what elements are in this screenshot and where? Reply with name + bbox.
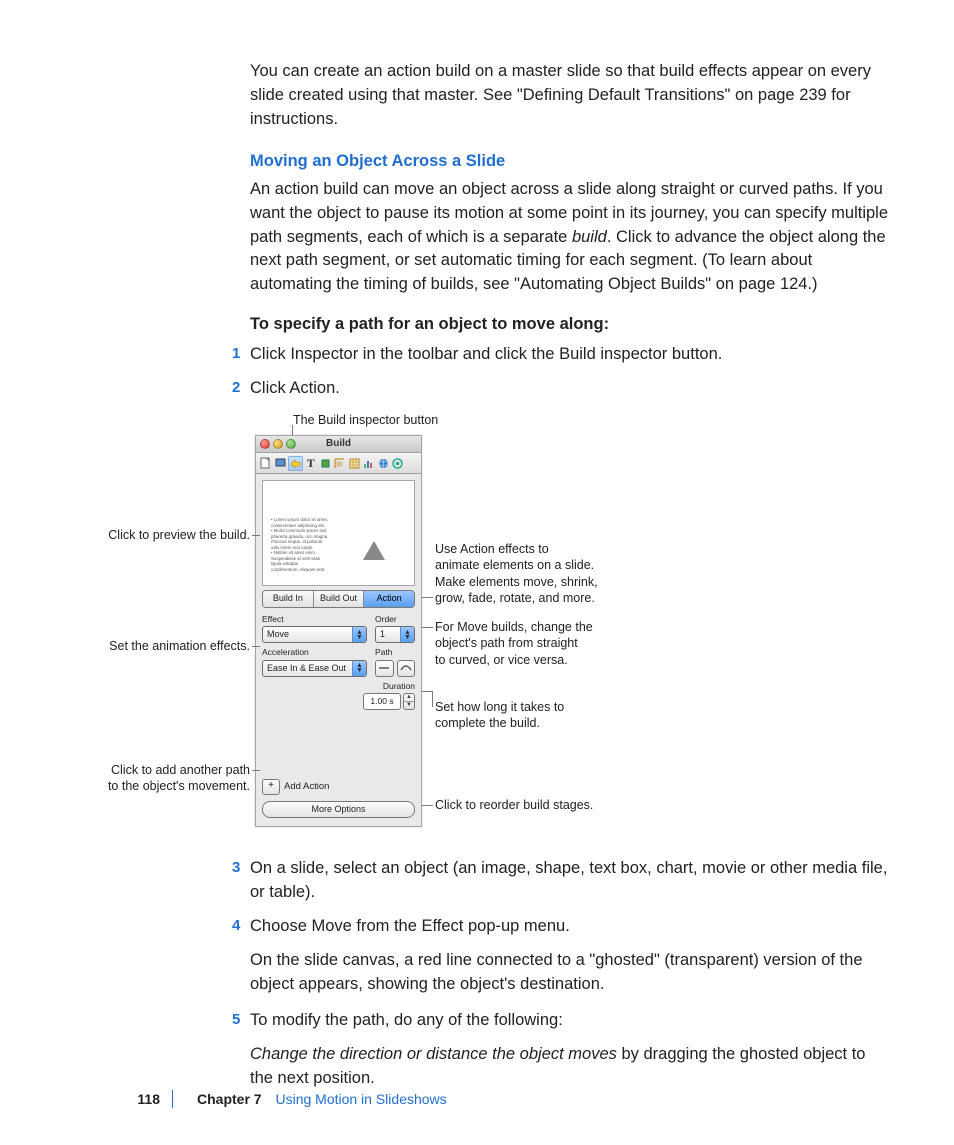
label-acceleration: Acceleration [262, 646, 367, 658]
order-popup[interactable]: 1 ▲▼ [375, 626, 415, 643]
acceleration-popup[interactable]: Ease In & Ease Out ▲▼ [262, 660, 367, 677]
step-4-note: On the slide canvas, a red line connecte… [250, 949, 890, 997]
step-3: 3 On a slide, select an object (an image… [250, 857, 890, 905]
chapter-name: Using Motion in Slideshows [275, 1091, 446, 1107]
build-inspector-icon[interactable] [288, 456, 303, 471]
callout-duration: Set how long it takes to complete the bu… [435, 699, 625, 732]
duration-stepper[interactable]: ▲▼ [403, 693, 415, 710]
slide-inspector-icon[interactable] [274, 456, 288, 470]
callout-effects: Set the animation effects. [60, 638, 250, 654]
table-inspector-icon[interactable] [348, 456, 362, 470]
step-5-note: Change the direction or distance the obj… [250, 1043, 890, 1091]
callout-action: Use Action effects to animate elements o… [435, 541, 625, 606]
tab-build-out[interactable]: Build Out [314, 591, 365, 607]
preview-text: • Lorem ipsum dolor sit amet, consectetu… [271, 517, 351, 572]
tab-action[interactable]: Action [364, 591, 414, 607]
callout-path: For Move builds, change the object's pat… [435, 619, 625, 668]
add-action-label: Add Action [284, 780, 329, 794]
label-effect: Effect [262, 613, 367, 625]
metrics-inspector-icon[interactable] [333, 456, 347, 470]
chart-inspector-icon[interactable] [362, 456, 376, 470]
step-4: 4 Choose Move from the Effect pop-up men… [250, 915, 890, 997]
effect-value: Move [267, 628, 289, 641]
task-lead: To specify a path for an object to move … [250, 313, 890, 337]
acceleration-value: Ease In & Ease Out [267, 662, 346, 675]
inspector-title: Build [256, 437, 421, 452]
build-type-segmented[interactable]: Build In Build Out Action [262, 590, 415, 608]
document-inspector-icon[interactable] [259, 456, 273, 470]
duration-field[interactable]: 1.00 s [363, 693, 401, 710]
add-action-plus-button[interactable]: + [262, 779, 280, 795]
build-inspector-panel: Build T • Lorem ipsum dolor sit amet, co… [255, 435, 422, 827]
step-2: 2 Click Action. [250, 377, 890, 401]
label-path: Path [375, 646, 415, 658]
path-curved-button[interactable] [397, 660, 416, 677]
order-value: 1 [380, 628, 385, 641]
section-heading: Moving an Object Across a Slide [250, 150, 890, 174]
preview-shape-icon [363, 541, 385, 560]
hyperlink-inspector-icon[interactable] [377, 456, 391, 470]
step-5: 5 To modify the path, do any of the foll… [250, 1009, 890, 1091]
more-options-button[interactable]: More Options [262, 801, 415, 818]
section-body: An action build can move an object acros… [250, 178, 890, 298]
figure-caption-top: The Build inspector button [293, 411, 438, 429]
intro-paragraph: You can create an action build on a mast… [250, 60, 890, 132]
effect-popup[interactable]: Move ▲▼ [262, 626, 367, 643]
callout-reorder: Click to reorder build stages. [435, 797, 655, 813]
callout-preview: Click to preview the build. [60, 527, 250, 543]
inspector-toolbar: T [256, 453, 421, 474]
inspector-titlebar: Build [256, 436, 421, 453]
label-order: Order [375, 613, 415, 625]
text-inspector-icon[interactable]: T [304, 456, 318, 470]
build-inspector-figure: The Build inspector button Build T [70, 411, 850, 841]
callout-addpath: Click to add another path to the object'… [60, 762, 250, 795]
graphic-inspector-icon[interactable] [319, 456, 333, 470]
quicktime-inspector-icon[interactable] [391, 456, 405, 470]
label-duration: Duration [383, 680, 415, 692]
path-straight-button[interactable] [375, 660, 394, 677]
page-number: 118 [0, 1089, 160, 1109]
page-footer: 118 Chapter 7 Using Motion in Slideshows [0, 1089, 954, 1109]
chapter-label: Chapter 7 [197, 1091, 262, 1107]
step-1: 1 Click Inspector in the toolbar and cli… [250, 343, 890, 367]
build-preview-area[interactable]: • Lorem ipsum dolor sit amet, consectetu… [262, 480, 415, 586]
tab-build-in[interactable]: Build In [263, 591, 314, 607]
